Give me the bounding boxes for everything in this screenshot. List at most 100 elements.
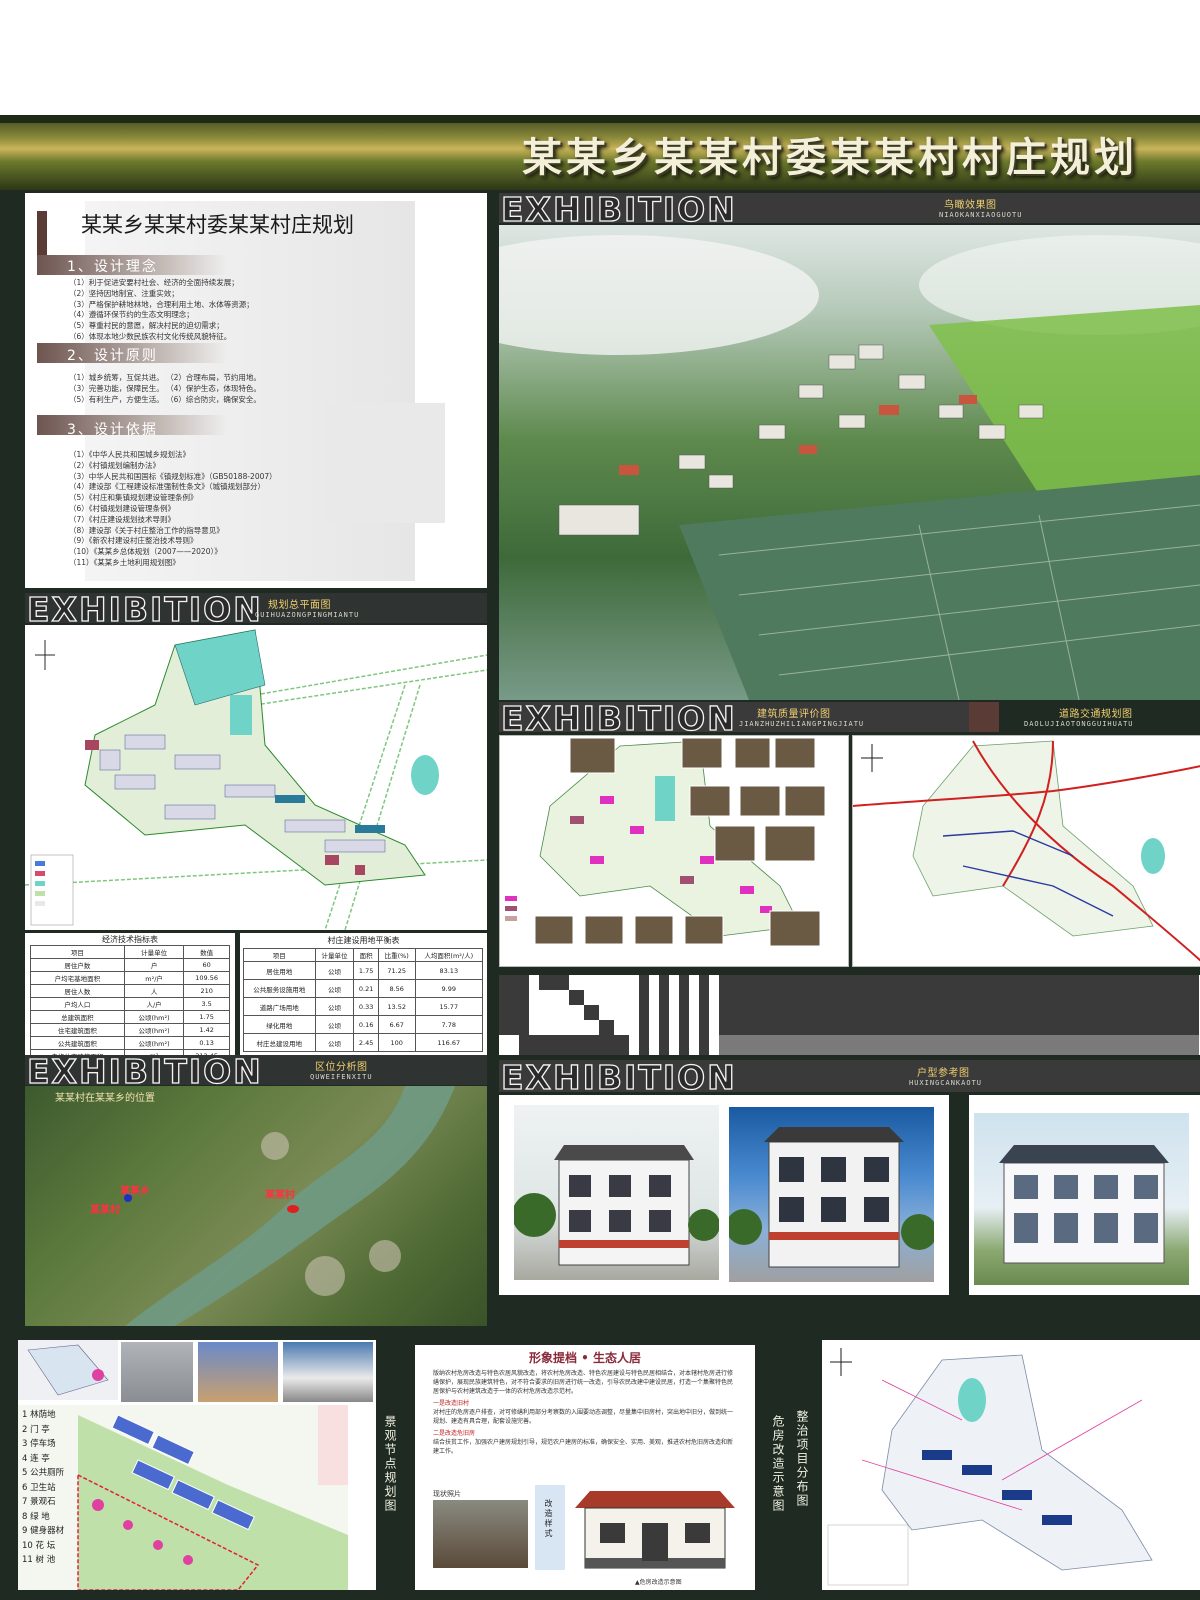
econ-cell: 公顷(hm²) [123,1010,185,1024]
land-cell: 116.67 [414,1033,484,1052]
land-cell: 村庄总建设用地 [243,1033,316,1052]
econ-cell: 公顷(hm²) [123,1023,185,1037]
location-satellite-image: 某某村在某某乡的位置 某某乡 某某村 某某村 [25,1086,487,1326]
basis-item: （6）《村镇规划建设管理条例》 [69,503,176,513]
design-notes-panel: 某某乡某某村委某某村庄规划 1、设计理念 （1）利于促进安要村社会、经济的全面持… [25,193,487,588]
exhibition-title: EXHIBITION [500,698,737,738]
house-type-1-image [514,1105,719,1280]
concept-item: （3）严格保护耕地林地，合理利用土地、水体等资源； [69,299,254,309]
location-label-b: 某某村 [90,1205,120,1216]
key-map-drawing [27,1344,109,1396]
house-type-2-drawing [729,1127,934,1268]
land-row: 公共服务设施用地 公顷 0.21 8.56 9.99 [243,979,484,998]
house-bottom-band [499,1295,1200,1335]
econ-cell: 1.42 [183,1023,230,1037]
econ-row: 公共建筑面积 公顷(hm²) 0.13 [30,1036,230,1050]
renovation-sub2-text: 结合扶贫工作，加强农户建房规划引导，规范农户建房的标准，确保安全、实用、美观，推… [433,1439,734,1455]
concept-heading: 1、设计理念 [67,259,158,275]
basis-list: （1）《中华人民共和国城乡规划法》 （2）《村镇规划编制办法》 （3）中华人民共… [69,450,429,569]
concept-item: （6）体现本地少数民族农村文化传统风貌特征。 [69,331,232,341]
econ-cell: 居住人数 [30,984,125,998]
transform-arrow: 改造样式 [535,1485,565,1570]
exhibition-title: EXHIBITION [26,589,263,629]
econ-header: 数值 [183,945,230,959]
econ-cell: 居住户数 [30,958,125,972]
land-cell: 8.56 [377,979,416,998]
building-quality-caption: 建筑质量评价图 [757,709,831,720]
econ-row: 户均人口 人/户 3.5 [30,997,230,1011]
legend-item: 7 景观石 [22,1497,56,1507]
landscape-vertical-caption: 景观节点规划图 [383,1415,397,1513]
land-cell: 居住用地 [243,961,316,980]
house-types-pinyin: HUXINGCANKAOTU [909,1079,983,1087]
land-cell: 公共服务设施用地 [243,979,316,998]
concept-item: （4）遵循环保节约的生态文明理念； [69,310,194,320]
master-plan-panel [25,625,487,930]
land-table-title: 村庄建设用地平衡表 [327,936,400,945]
location-label-c: 某某村 [265,1190,295,1201]
evaluation-header-accent [969,702,999,732]
location-label-a: 某某乡 [120,1186,150,1197]
house-type-2-image [729,1107,934,1282]
econ-cell: 住宅建筑面积 [30,1023,125,1037]
banner-top-strip [0,115,1200,123]
title-banner: 某某乡某某村委某某村村庄规划 [0,115,1200,190]
basis-heading: 3、设计依据 [67,422,158,438]
aerial-pinyin: NIAOKANXIAOGUOTU [939,211,1023,219]
land-row: 村庄总建设用地 公顷 2.45 100 116.67 [243,1033,484,1052]
renovation-vertical-caption: 危房改造示意图 [771,1415,785,1513]
econ-cell: 总建筑面积 [30,1010,125,1024]
econ-cell: 3.5 [183,997,230,1011]
basis-item: （3）中华人民共和国国标《镇规划标准》（GB50188-2007） [69,471,277,481]
master-plan-map [25,629,487,930]
legend-item: 6 卫生站 [22,1482,56,1493]
concept-item: （5）尊重村民的意愿，解决村民的迫切需求； [69,321,224,331]
project-distribution-caption: 整治项目分布图 [795,1410,809,1508]
land-header: 人均面积(m²/人) [414,948,484,962]
master-plan-header: EXHIBITION 规划总平面图 GUIHUAZONGPINGMIANTU [25,589,487,630]
econ-cell: 210 [183,984,230,998]
econ-cell: 公顷(hm²) [123,1036,185,1050]
house-types-header: EXHIBITION 户型参考图 HUXINGCANKAOTU [499,1057,1200,1098]
land-cell: 1.75 [353,961,379,980]
land-cell: 道路广场用地 [243,997,316,1016]
after-elevation [570,1483,740,1573]
after-elevation-drawing [575,1491,735,1569]
legend-item: 3 停车场 [22,1439,56,1449]
land-cell: 0.16 [353,1015,379,1034]
econ-row: 居住户数户 60 [30,958,230,972]
renovation-panel: 形象提档 • 生态人居 版纳农村危房改造与特色农居风貌改造，将农村危房改造、特色… [415,1345,755,1590]
project-distribution-drawing [827,1348,1153,1586]
master-plan-caption: 规划总平面图 [268,600,331,611]
house-type-1-drawing [514,1145,719,1266]
legend-item: 5 公共厕所 [22,1468,65,1478]
econ-header: 计量单位 [123,945,185,959]
renovation-sub2: 二是改造危旧房 [433,1430,476,1437]
econ-table-title: 经济技术指标表 [102,935,158,944]
basis-item: （1）《中华人民共和国城乡规划法》 [69,450,191,459]
project-distribution-panel [822,1340,1200,1590]
basis-item: （10）《某某乡总体规划（2007——2020）》 [69,547,222,557]
land-row: 居住用地 公顷 1.75 71.25 83.13 [243,961,484,980]
exhibition-title: EXHIBITION [500,1057,737,1097]
concept-list: （1）利于促进安要村社会、经济的全面持续发展； （2）坚持因地制宜、注重实效； … [69,278,399,343]
building-quality-drawing [505,737,826,947]
basis-item: （5）《村庄和集镇规划建设管理条例》 [69,493,198,503]
econ-row: 住宅建筑面积 公顷(hm²) 1.42 [30,1023,230,1037]
econ-cell: 户 [123,958,185,972]
landscape-photo-1 [121,1342,193,1402]
econ-cell: 公共建筑面积 [30,1036,125,1050]
basis-item: （11）《某某乡土地利用规划图》 [69,557,180,567]
renovation-text-block: 版纳农村危房改造与特色农居风貌改造，将农村危房改造、特色农居建设与特色民居相结合… [433,1369,738,1456]
road-traffic-pinyin: DAOLUJIAOTONGGUIHUATU [1024,720,1134,728]
renovation-title: 形象提档 • 生态人居 [528,1351,642,1365]
road-traffic-caption: 道路交通规划图 [1059,709,1133,720]
principle-heading: 2、设计原则 [67,348,158,364]
concept-item: （2）坚持因地制宜、注重实效； [69,288,179,298]
aerial-header: EXHIBITION 鸟瞰效果图 NIAOKANXIAOGUOTU [499,189,1200,230]
econ-row: 户均宅基地面积 m²/户 109.56 [30,971,230,985]
econ-cell: 1.75 [183,1010,230,1024]
banner-title: 某某乡某某村委某某村村庄规划 [522,134,1138,181]
house-type-3-image [974,1113,1189,1285]
basis-item: （8）建设部《关于村庄整治工作的指导意见》 [69,525,224,535]
